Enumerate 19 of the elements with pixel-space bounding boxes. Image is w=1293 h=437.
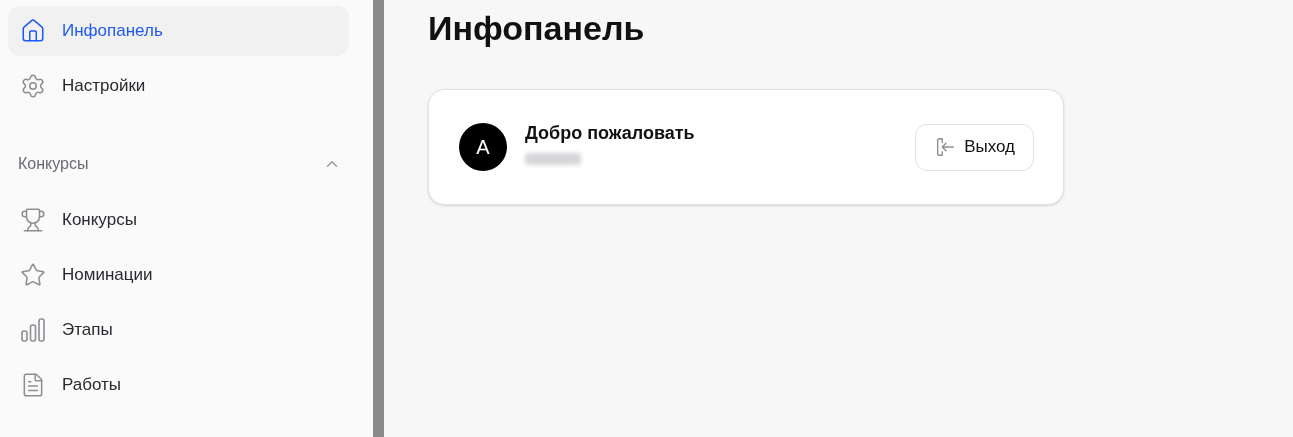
resize-handle[interactable] xyxy=(373,0,384,437)
bar-chart-icon xyxy=(20,317,46,343)
sidebar-item[interactable]: Настройки xyxy=(8,61,349,111)
sidebar-item[interactable]: Номинации xyxy=(8,250,349,300)
page-title: Инфопанель xyxy=(428,8,646,49)
sidebar-item[interactable]: Этапы xyxy=(8,305,349,355)
sidebar-item[interactable]: Инфопанель xyxy=(8,6,349,56)
home-icon xyxy=(20,18,46,44)
star-icon xyxy=(20,262,46,288)
sidebar-item[interactable]: Работы xyxy=(8,360,349,410)
sidebar-item[interactable]: Конкурсы xyxy=(8,195,349,245)
section-header[interactable]: Конкурсы xyxy=(8,144,341,184)
redaction-mark xyxy=(525,152,581,165)
avatar: A xyxy=(459,123,507,171)
welcome-text: Добро пожаловать xyxy=(525,121,695,145)
logout-button[interactable]: Выход xyxy=(915,123,1034,171)
exit-icon xyxy=(934,136,957,158)
trophy-icon xyxy=(20,207,46,233)
settings-icon xyxy=(20,73,46,99)
